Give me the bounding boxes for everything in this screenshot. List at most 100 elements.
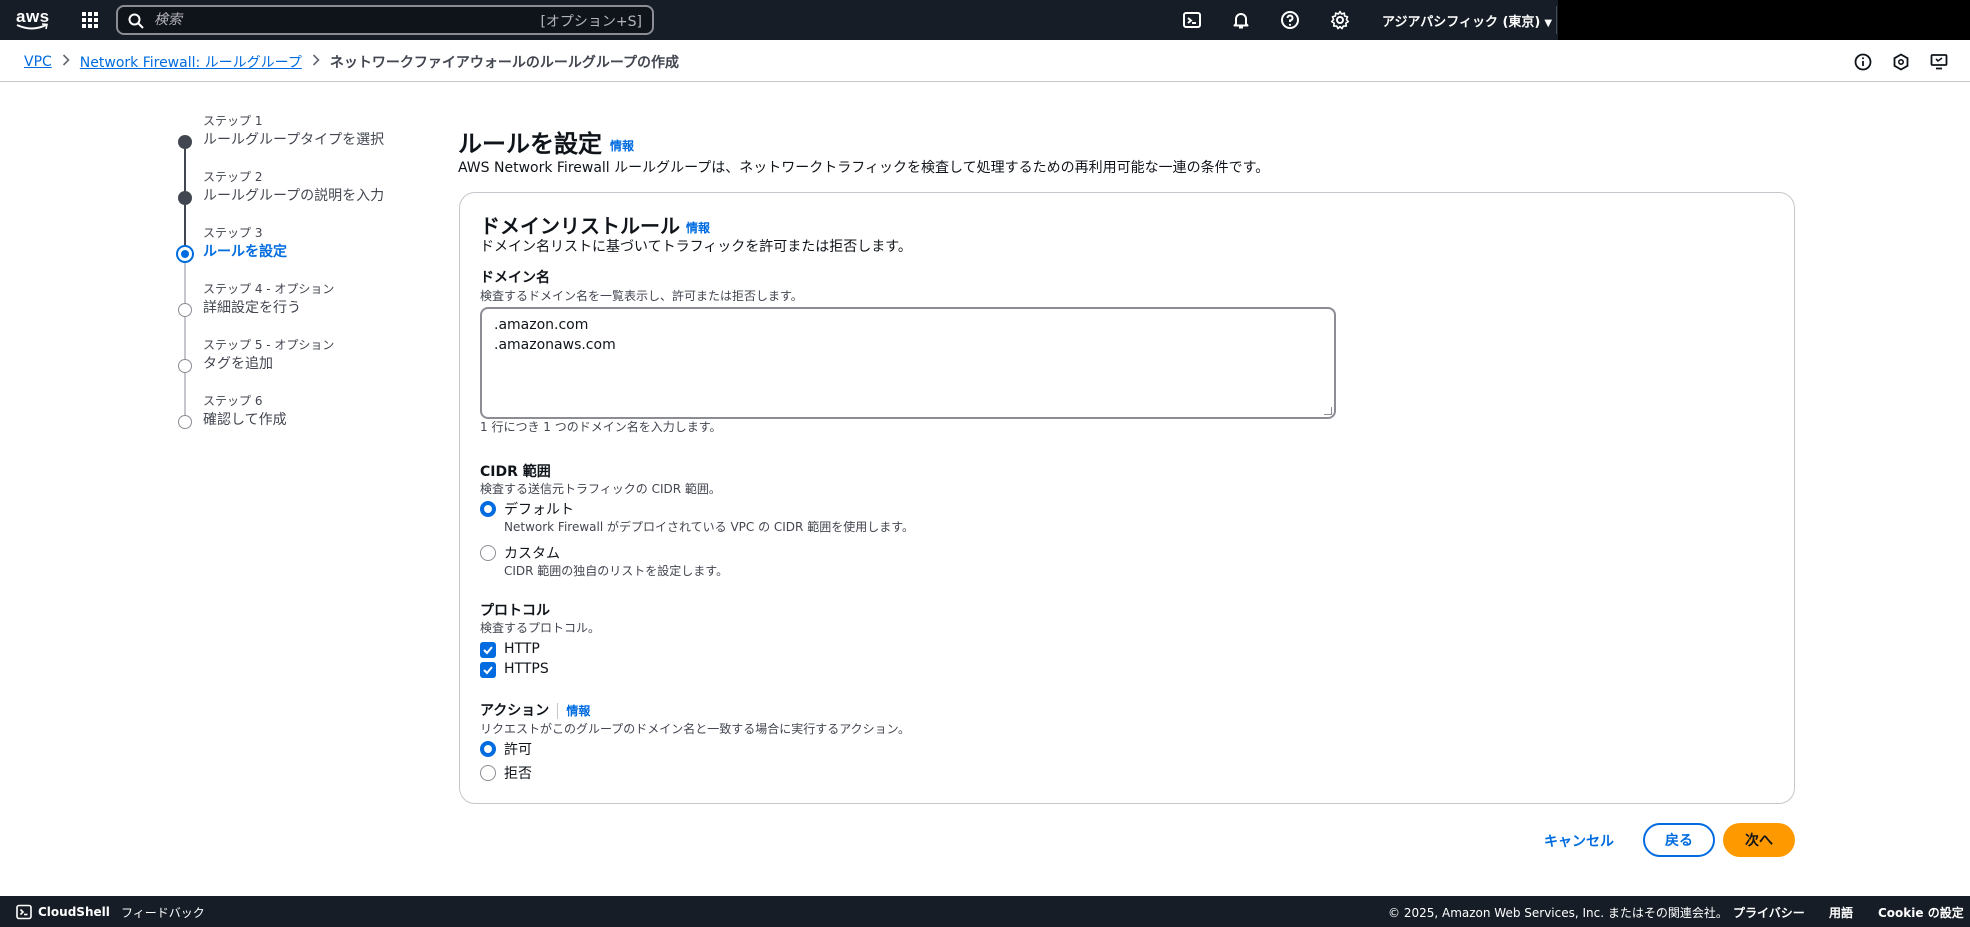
region-selector[interactable]: アジアパシフィック (東京) ▼	[1382, 11, 1552, 30]
protocol-http-label[interactable]: HTTP	[504, 641, 540, 657]
step-completed-dot	[178, 135, 192, 149]
step-title: ルールグループタイプを選択	[203, 132, 385, 148]
cidr-description: 検査する送信元トラフィックの CIDR 範囲。	[480, 482, 721, 496]
gear-icon[interactable]	[1330, 10, 1350, 30]
step-number: ステップ 3	[203, 226, 263, 240]
action-label-text: アクション	[480, 703, 550, 719]
screen-feedback-icon[interactable]	[1930, 53, 1948, 71]
step-pending-dot	[178, 415, 192, 429]
search-icon	[128, 13, 144, 33]
action-info-link[interactable]: 情報	[566, 704, 590, 718]
aws-logo[interactable]: aws	[16, 8, 50, 32]
step-number: ステップ 4 - オプション	[203, 282, 335, 296]
console-footer: CloudShell フィードバック © 2025, Amazon Web Se…	[0, 896, 1970, 927]
bell-icon[interactable]	[1231, 10, 1251, 30]
domain-name-description: 検査するドメイン名を一覧表示し、許可または拒否します。	[480, 289, 803, 303]
action-deny-label[interactable]: 拒否	[504, 763, 532, 783]
breadcrumb-bar: VPC Network Firewall: ルールグループ ネットワークファイア…	[0, 40, 1970, 82]
cloudshell-label: CloudShell	[38, 905, 110, 919]
domain-name-label: ドメイン名	[480, 270, 550, 286]
wizard-step-4: ステップ 4 - オプション 詳細設定を行う	[175, 276, 435, 332]
step-number: ステップ 1	[203, 114, 263, 128]
step-connector	[184, 388, 186, 416]
page-title: ルールを設定 情報	[458, 124, 634, 159]
resize-handle[interactable]	[1324, 407, 1332, 415]
step-connector	[184, 220, 186, 248]
protocol-https-label[interactable]: HTTPS	[504, 661, 549, 677]
cloudshell-icon[interactable]	[1182, 10, 1202, 30]
action-allow-label[interactable]: 許可	[504, 739, 532, 759]
cloudshell-icon	[16, 904, 32, 920]
breadcrumb-rule-groups[interactable]: Network Firewall: ルールグループ	[80, 52, 302, 72]
domain-list-rules-container: ドメインリストルール 情報 ドメイン名リストに基づいてトラフィックを許可または拒否…	[459, 192, 1795, 804]
step-title: 詳細設定を行う	[203, 300, 301, 316]
wizard-step-1[interactable]: ステップ 1 ルールグループタイプを選択	[175, 108, 435, 164]
protocol-https-checkbox[interactable]	[480, 662, 496, 678]
next-button[interactable]: 次へ	[1723, 823, 1795, 857]
search-input[interactable]	[154, 10, 534, 30]
cidr-default-label[interactable]: デフォルト	[504, 499, 574, 519]
caret-down-icon: ▼	[1544, 18, 1553, 29]
breadcrumb: VPC Network Firewall: ルールグループ ネットワークファイア…	[24, 52, 679, 72]
action-allow-radio[interactable]	[480, 741, 496, 757]
step-title: タグを追加	[203, 356, 273, 372]
protocol-description: 検査するプロトコル。	[480, 621, 601, 635]
aws-logo-text: aws	[16, 7, 50, 26]
search-box[interactable]: [オプション+S]	[116, 5, 654, 35]
copyright-text: © 2025, Amazon Web Services, Inc. またはその関…	[1388, 906, 1728, 920]
services-menu-icon[interactable]	[80, 10, 100, 30]
container-description: ドメイン名リストに基づいてトラフィックを許可または拒否します。	[480, 239, 912, 255]
container-title: ドメインリストルール 情報	[480, 210, 710, 239]
cancel-button[interactable]: キャンセル	[1540, 829, 1618, 853]
privacy-link[interactable]: プライバシー	[1733, 904, 1805, 921]
terms-link[interactable]: 用語	[1829, 904, 1853, 921]
cidr-default-description: Network Firewall がデプロイされている VPC の CIDR 範…	[504, 520, 915, 534]
page-info-link[interactable]: 情報	[610, 139, 634, 153]
wizard-steps: ステップ 1 ルールグループタイプを選択 ステップ 2 ルールグループの説明を入…	[175, 108, 435, 444]
check-icon	[483, 666, 493, 675]
cidr-default-radio[interactable]	[480, 501, 496, 517]
step-title: 確認して作成	[203, 412, 287, 428]
page-title-text: ルールを設定	[458, 130, 602, 158]
page-description: AWS Network Firewall ルールグループは、ネットワークトラフィ…	[458, 160, 1270, 176]
action-description: リクエストがこのグループのドメイン名と一致する場合に実行するアクション。	[480, 722, 910, 736]
cidr-label: CIDR 範囲	[480, 464, 551, 480]
top-navigation: aws [オプション+S] アジアパシフィック (東京)▼	[0, 0, 1970, 40]
back-button[interactable]: 戻る	[1643, 823, 1715, 857]
step-number: ステップ 2	[203, 170, 263, 184]
cookie-settings-link[interactable]: Cookie の設定	[1878, 904, 1964, 921]
region-label: アジアパシフィック (東京)	[1382, 15, 1541, 30]
container-title-text: ドメインリストルール	[480, 214, 680, 238]
protocol-http-checkbox[interactable]	[480, 642, 496, 658]
step-title: ルールグループの説明を入力	[203, 188, 385, 204]
hexagon-settings-icon[interactable]	[1892, 53, 1910, 71]
info-panel-icon[interactable]	[1854, 53, 1872, 71]
step-number: ステップ 6	[203, 394, 263, 408]
domain-names-textarea[interactable]: .amazon.com .amazonaws.com	[480, 307, 1336, 419]
container-info-link[interactable]: 情報	[686, 221, 710, 235]
cidr-custom-radio[interactable]	[480, 545, 496, 561]
breadcrumb-vpc[interactable]: VPC	[24, 54, 52, 70]
wizard-step-5: ステップ 5 - オプション タグを追加	[175, 332, 435, 388]
protocol-label: プロトコル	[480, 603, 550, 619]
step-pending-dot	[178, 303, 192, 317]
wizard-step-2[interactable]: ステップ 2 ルールグループの説明を入力	[175, 164, 435, 220]
cloudshell-button[interactable]: CloudShell	[16, 904, 110, 920]
check-icon	[483, 646, 493, 655]
step-current-dot	[176, 245, 194, 263]
action-deny-radio[interactable]	[480, 765, 496, 781]
step-title: ルールを設定	[203, 244, 287, 260]
search-shortcut-hint: [オプション+S]	[540, 14, 642, 30]
step-number: ステップ 5 - オプション	[203, 338, 335, 352]
help-icon[interactable]	[1280, 10, 1300, 30]
domain-name-constraint: 1 行につき 1 つのドメイン名を入力します。	[480, 420, 722, 434]
wizard-step-3: ステップ 3 ルールを設定	[175, 220, 435, 276]
feedback-link[interactable]: フィードバック	[121, 904, 205, 921]
chevron-right-icon	[62, 54, 70, 70]
cidr-custom-label[interactable]: カスタム	[504, 543, 560, 563]
account-menu[interactable]	[1558, 0, 1970, 40]
label-divider	[557, 703, 559, 719]
chevron-right-icon	[312, 54, 320, 70]
wizard-step-6: ステップ 6 確認して作成	[175, 388, 435, 444]
cidr-custom-description: CIDR 範囲の独自のリストを設定します。	[504, 564, 729, 578]
